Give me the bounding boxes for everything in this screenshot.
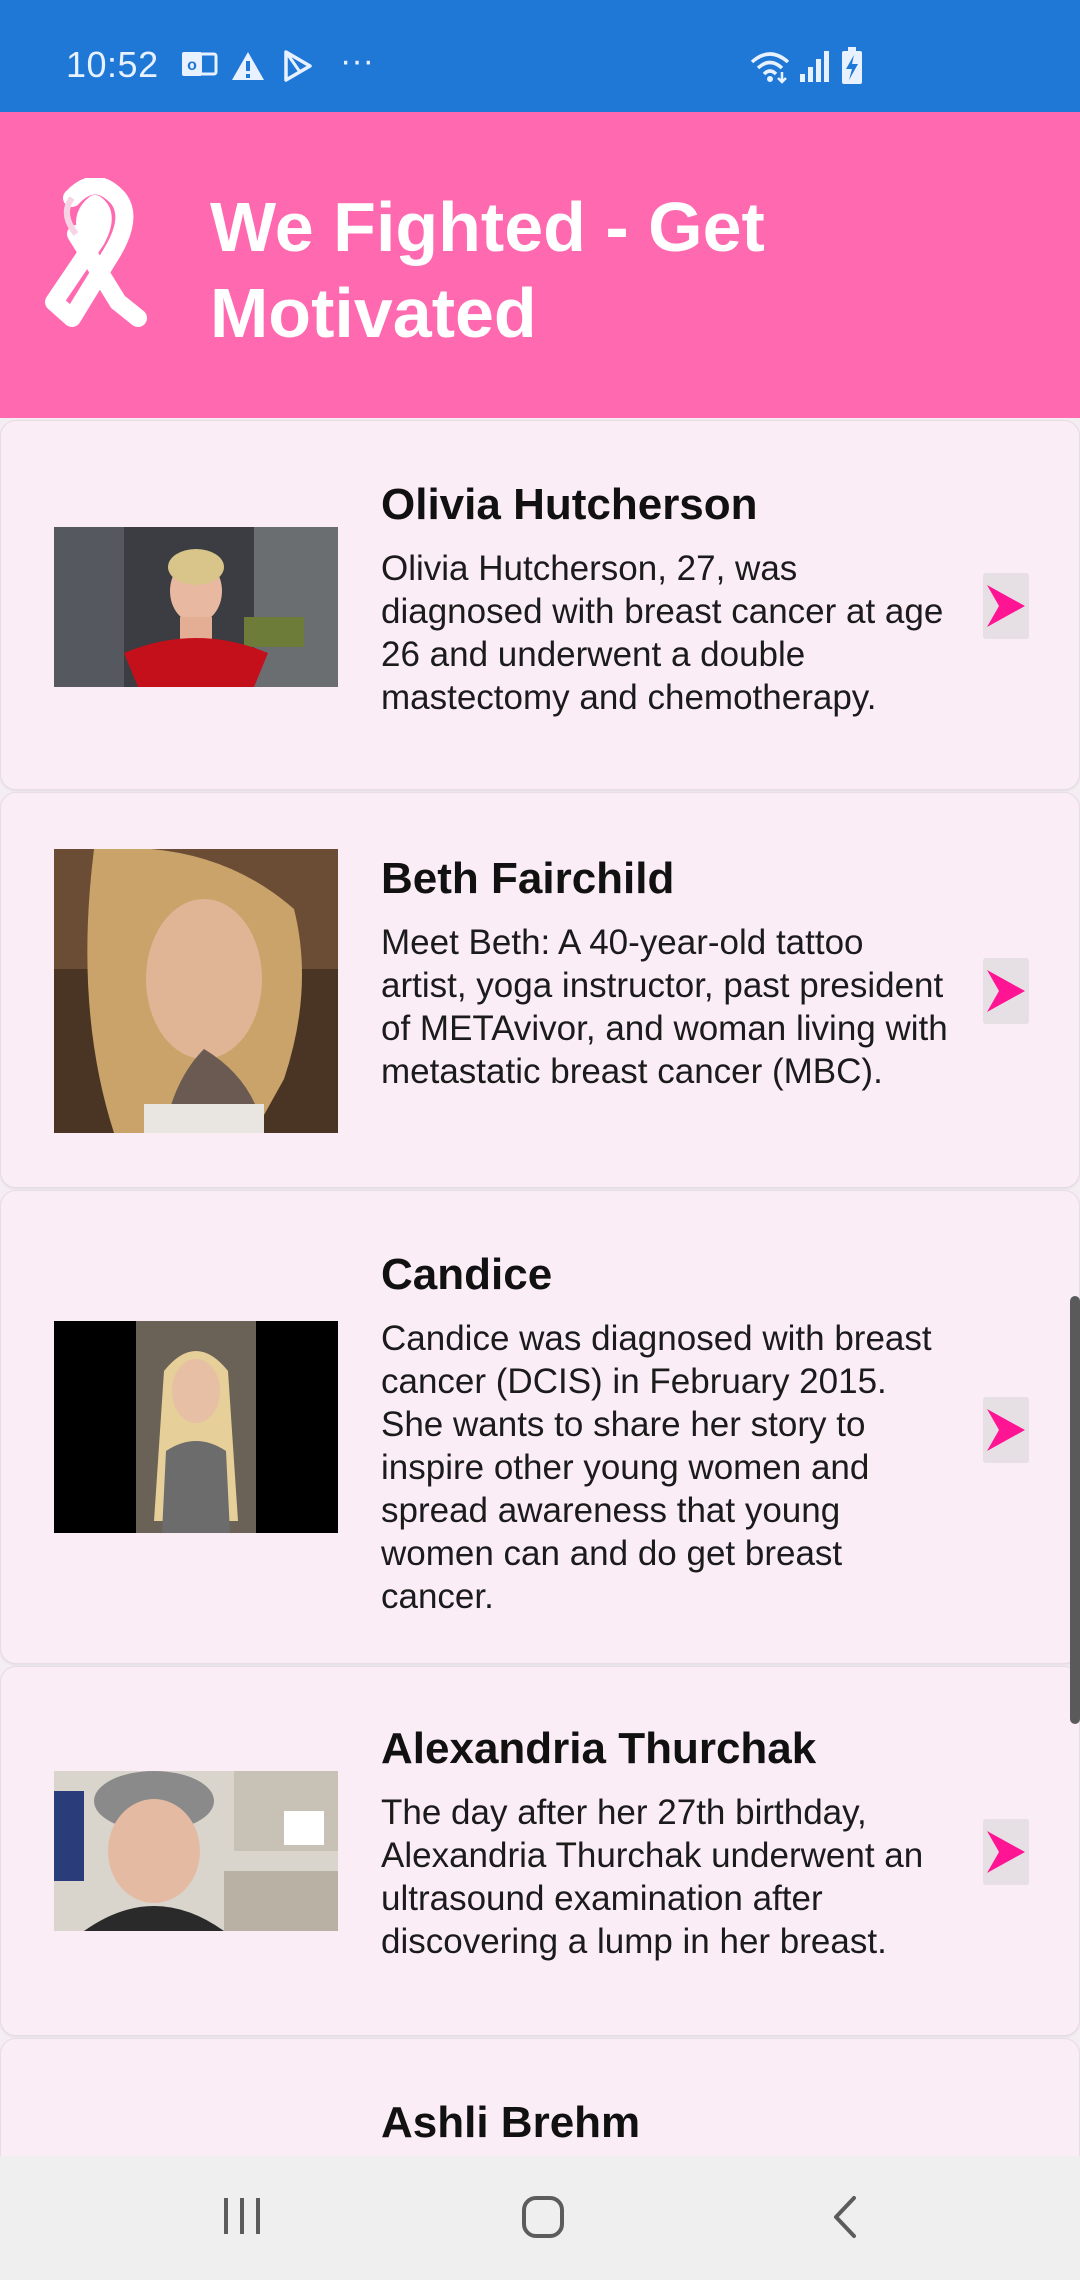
chevron-right-icon[interactable]: [983, 1397, 1029, 1463]
recent-apps-icon[interactable]: [220, 2194, 264, 2238]
warning-icon: [232, 52, 264, 80]
story-card[interactable]: Candice Candice was diagnosed with breas…: [0, 1190, 1080, 1664]
battery-charging-icon: [842, 47, 862, 84]
chevron-right-icon[interactable]: [983, 1819, 1029, 1885]
story-photo: [54, 1771, 338, 1931]
story-name: Alexandria Thurchak: [381, 1724, 817, 1773]
scrollbar[interactable]: [1070, 1296, 1080, 1724]
status-bar: 10:52 o ···: [0, 0, 1080, 112]
story-photo: [54, 1321, 338, 1533]
wifi-icon: [750, 52, 790, 84]
back-icon[interactable]: [828, 2194, 862, 2240]
story-name: Olivia Hutcherson: [381, 480, 758, 529]
story-card[interactable]: Ashli Brehm: [0, 2038, 1080, 2156]
story-name: Candice: [381, 1250, 553, 1299]
story-name: Ashli Brehm: [381, 2098, 641, 2147]
svg-text:o: o: [187, 57, 197, 74]
story-card[interactable]: Olivia Hutcherson Olivia Hutcherson, 27,…: [0, 420, 1080, 790]
story-description: Candice was diagnosed with breast cancer…: [381, 1319, 932, 1616]
more-icon: ···: [340, 42, 374, 80]
story-description: Meet Beth: A 40-year-old tattoo artist, …: [381, 923, 948, 1091]
story-card[interactable]: Beth Fairchild Meet Beth: A 40-year-old …: [0, 792, 1080, 1188]
pink-ribbon-icon: [45, 178, 147, 327]
navigation-bar: [0, 2156, 1080, 2280]
story-photo: [54, 849, 338, 1133]
chevron-right-icon[interactable]: [983, 573, 1029, 639]
status-time: 10:52: [66, 44, 159, 85]
story-text: Ashli Brehm: [381, 2095, 956, 2156]
app-title: We Fighted - Get Motivated: [210, 188, 765, 352]
story-description: Olivia Hutcherson, 27, was diagnosed wit…: [381, 549, 944, 717]
story-card[interactable]: Alexandria Thurchak The day after her 27…: [0, 1666, 1080, 2036]
story-photo: [54, 527, 338, 687]
play-store-icon: [284, 50, 312, 82]
story-name: Beth Fairchild: [381, 854, 675, 903]
outlook-icon: o: [182, 52, 218, 76]
story-description: The day after her 27th birthday, Alexand…: [381, 1793, 924, 1961]
story-list[interactable]: Olivia Hutcherson Olivia Hutcherson, 27,…: [0, 418, 1080, 2156]
story-text: Beth Fairchild Meet Beth: A 40-year-old …: [381, 851, 956, 1093]
story-text: Alexandria Thurchak The day after her 27…: [381, 1721, 956, 1963]
home-icon[interactable]: [520, 2194, 566, 2240]
story-text: Candice Candice was diagnosed with breas…: [381, 1247, 956, 1618]
signal-icon: [800, 51, 829, 82]
story-text: Olivia Hutcherson Olivia Hutcherson, 27,…: [381, 477, 956, 719]
chevron-right-icon[interactable]: [983, 958, 1029, 1024]
app-header: We Fighted - Get Motivated: [0, 112, 1080, 418]
